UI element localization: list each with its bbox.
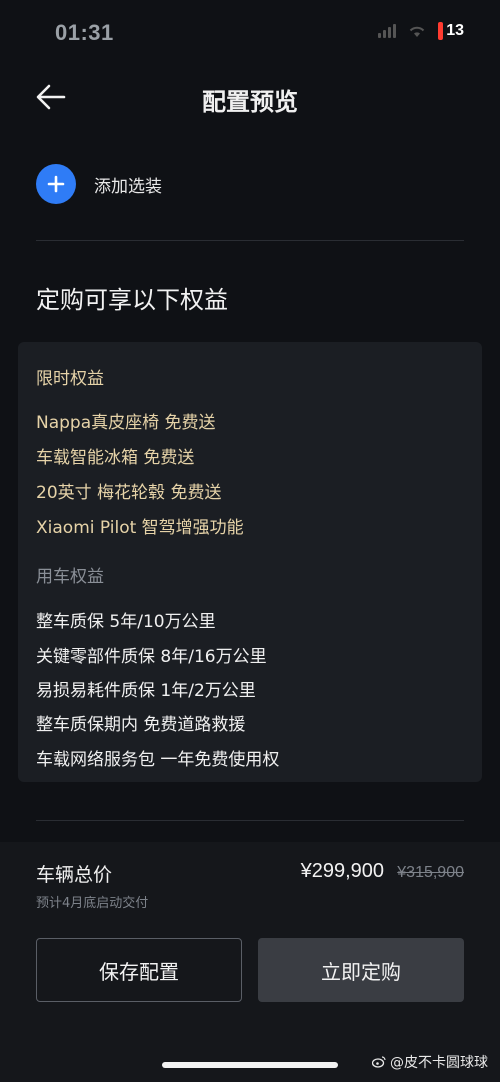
signal-icon xyxy=(378,24,397,38)
battery-level: 13 xyxy=(446,22,464,39)
limited-benefit-item: 车载智能冰箱 免费送 xyxy=(36,448,195,468)
save-config-button[interactable]: 保存配置 xyxy=(36,938,242,1002)
current-price: ¥299,900 xyxy=(300,860,384,882)
add-option-button[interactable]: 添加选装 xyxy=(36,164,162,204)
watermark-text: @皮不卡圆球球 xyxy=(390,1055,488,1071)
usage-benefit-item: 关键零部件质保 8年/16万公里 xyxy=(36,647,267,667)
order-now-button[interactable]: 立即定购 xyxy=(258,938,464,1002)
usage-benefits-heading: 用车权益 xyxy=(36,567,104,587)
battery-indicator: 13 xyxy=(438,22,464,40)
limited-benefit-item: Nappa真皮座椅 免费送 xyxy=(36,413,216,433)
delivery-note: 预计4月底启动交付 xyxy=(36,896,149,911)
usage-benefit-item: 车载网络服务包 一年免费使用权 xyxy=(36,750,280,770)
add-option-label: 添加选装 xyxy=(94,176,162,197)
plus-icon[interactable] xyxy=(36,164,76,204)
original-price: ¥315,900 xyxy=(397,864,464,881)
status-time: 01:31 xyxy=(55,20,114,45)
home-indicator[interactable] xyxy=(162,1062,338,1068)
bottom-panel: 车辆总价 预计4月底启动交付 ¥299,900 ¥315,900 保存配置 立即… xyxy=(0,842,500,1082)
divider xyxy=(36,240,464,241)
status-bar: 01:31 13 xyxy=(0,0,500,66)
page-title: 配置预览 xyxy=(202,88,298,116)
benefits-title: 定购可享以下权益 xyxy=(36,286,228,314)
limited-benefits-heading: 限时权益 xyxy=(36,369,104,389)
nav-bar: 配置预览 xyxy=(0,66,500,128)
limited-benefit-item: Xiaomi Pilot 智驾增强功能 xyxy=(36,518,244,538)
usage-benefit-item: 整车质保 5年/10万公里 xyxy=(36,612,216,632)
usage-benefit-item: 整车质保期内 免费道路救援 xyxy=(36,715,246,735)
limited-benefit-item: 20英寸 梅花轮毂 免费送 xyxy=(36,483,222,503)
weibo-logo-icon xyxy=(372,1056,386,1068)
status-icons: 13 xyxy=(378,22,464,40)
watermark: @皮不卡圆球球 xyxy=(372,1052,488,1072)
divider xyxy=(36,820,464,821)
total-price-label: 车辆总价 xyxy=(36,864,113,886)
wifi-icon xyxy=(409,26,425,37)
battery-low-icon xyxy=(438,22,444,40)
benefits-card: 限时权益 Nappa真皮座椅 免费送 车载智能冰箱 免费送 20英寸 梅花轮毂 … xyxy=(18,342,482,782)
usage-benefit-item: 易损易耗件质保 1年/2万公里 xyxy=(36,681,256,701)
